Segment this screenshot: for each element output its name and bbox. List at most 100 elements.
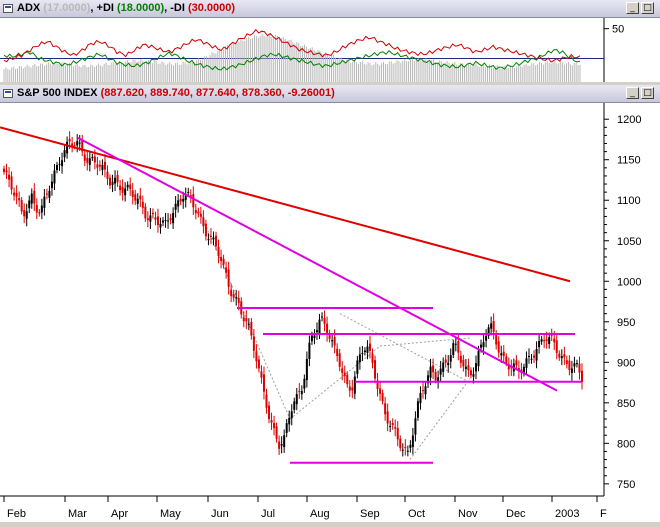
candle-body xyxy=(215,235,218,247)
candle-body xyxy=(28,200,31,209)
candle-body xyxy=(505,356,508,364)
candle-body xyxy=(278,441,281,449)
candle-body xyxy=(323,318,326,324)
minimize-button[interactable]: _ xyxy=(626,2,639,14)
candle-body xyxy=(270,420,273,423)
candle-body xyxy=(563,354,566,358)
price-x-tick-label: Nov xyxy=(458,508,478,520)
candle-body xyxy=(401,449,404,451)
candle-body xyxy=(394,427,397,429)
price-x-tick-label: Mar xyxy=(68,508,87,520)
candle-body xyxy=(98,164,101,167)
price-y-tick-label: 950 xyxy=(617,317,635,329)
price-x-tick-label: Apr xyxy=(111,508,128,520)
price-x-tick-label: Sep xyxy=(360,508,380,520)
candle-body xyxy=(217,246,220,257)
candle-body xyxy=(406,450,409,452)
price-x-tick-label: Oct xyxy=(408,508,425,520)
candle-body xyxy=(91,157,94,159)
candle-body xyxy=(515,360,518,366)
candle-body xyxy=(8,174,11,180)
candle-body xyxy=(192,194,195,208)
candle-body xyxy=(411,435,414,447)
maximize-button[interactable]: □ xyxy=(641,87,654,99)
candle-body xyxy=(101,164,104,170)
candle-body xyxy=(151,212,154,215)
candle-body xyxy=(396,427,399,440)
candle-body xyxy=(162,220,165,223)
price-panel-titlebar[interactable]: S&P 500 INDEX (887.620, 889.740, 877.640… xyxy=(0,85,660,103)
symbol-label: S&P 500 INDEX xyxy=(17,87,98,99)
candle-body xyxy=(136,198,139,204)
candle-body xyxy=(482,342,485,348)
price-chart: 750 800 850 900 950 1000 1050 1100 1150 1200 Feb M… xyxy=(0,103,641,520)
candle-body xyxy=(227,269,230,287)
candle-body xyxy=(477,350,480,367)
maximize-button[interactable]: □ xyxy=(641,2,654,14)
candle-body xyxy=(257,359,260,369)
candle-body xyxy=(121,187,124,193)
candle-body xyxy=(103,161,106,170)
adx-value: (17.0000) xyxy=(43,2,91,14)
candle-body xyxy=(182,198,185,202)
candle-body xyxy=(174,203,177,210)
candle-body xyxy=(434,371,437,381)
candle-body xyxy=(386,411,389,424)
candle-body xyxy=(432,365,435,373)
candle-body xyxy=(424,386,427,395)
candle-body xyxy=(194,209,197,214)
price-y-tick-label: 1050 xyxy=(617,236,641,248)
price-y-tick-label: 750 xyxy=(617,479,635,491)
candle-body xyxy=(232,294,235,298)
candle-body xyxy=(295,394,298,405)
candle-body xyxy=(389,425,392,427)
candle-body xyxy=(336,348,339,357)
candle-body xyxy=(61,160,64,167)
candle-body xyxy=(167,220,170,222)
candle-body xyxy=(439,368,442,375)
candle-body xyxy=(442,362,445,372)
price-y-tick-label: 900 xyxy=(617,357,635,369)
price-pane: 750 800 850 900 950 1000 1050 1100 1150 1200 Feb M… xyxy=(0,103,660,522)
candle-body xyxy=(391,423,394,426)
candle-body xyxy=(502,351,505,357)
candle-body xyxy=(472,374,475,377)
candle-body xyxy=(338,353,341,367)
minimize-button[interactable]: _ xyxy=(626,87,639,99)
candle-body xyxy=(553,338,556,343)
candle-body xyxy=(368,343,371,351)
candle-body xyxy=(310,335,313,342)
candle-body xyxy=(565,360,568,364)
price-y-ticks: 750 800 850 900 950 1000 1050 1100 1150 1200 xyxy=(604,114,641,491)
candle-body xyxy=(452,343,455,355)
price-y-tick-label: 850 xyxy=(617,398,635,410)
candle-body xyxy=(459,355,462,363)
candle-body xyxy=(573,363,576,367)
candle-body xyxy=(268,405,271,420)
candle-body xyxy=(288,417,291,425)
candle-body xyxy=(83,154,86,161)
candle-body xyxy=(93,156,96,163)
candle-body xyxy=(381,392,384,402)
candle-body xyxy=(129,184,132,189)
candle-body xyxy=(106,171,109,179)
plus-di-value: (18.0000) xyxy=(117,2,165,14)
candle-body xyxy=(543,340,546,342)
candle-body xyxy=(18,198,21,201)
candle-body xyxy=(250,321,253,336)
candle-body xyxy=(575,363,578,365)
candle-body xyxy=(315,330,318,333)
candle-body xyxy=(343,372,346,376)
adx-y-tick-label: 50 xyxy=(612,24,624,36)
candle-body xyxy=(384,403,387,415)
price-y-tick-label: 1000 xyxy=(617,276,641,288)
candle-body xyxy=(331,340,334,342)
candle-body xyxy=(555,340,558,353)
candle-body xyxy=(275,426,278,439)
candle-body xyxy=(444,359,447,363)
adx-panel-titlebar[interactable]: ADX (17.0000), +DI (18.0000), -DI (30.00… xyxy=(0,0,660,18)
candle-body xyxy=(20,200,23,212)
candle-body xyxy=(202,217,205,227)
candle-body xyxy=(348,386,351,391)
candle-body xyxy=(480,344,483,348)
